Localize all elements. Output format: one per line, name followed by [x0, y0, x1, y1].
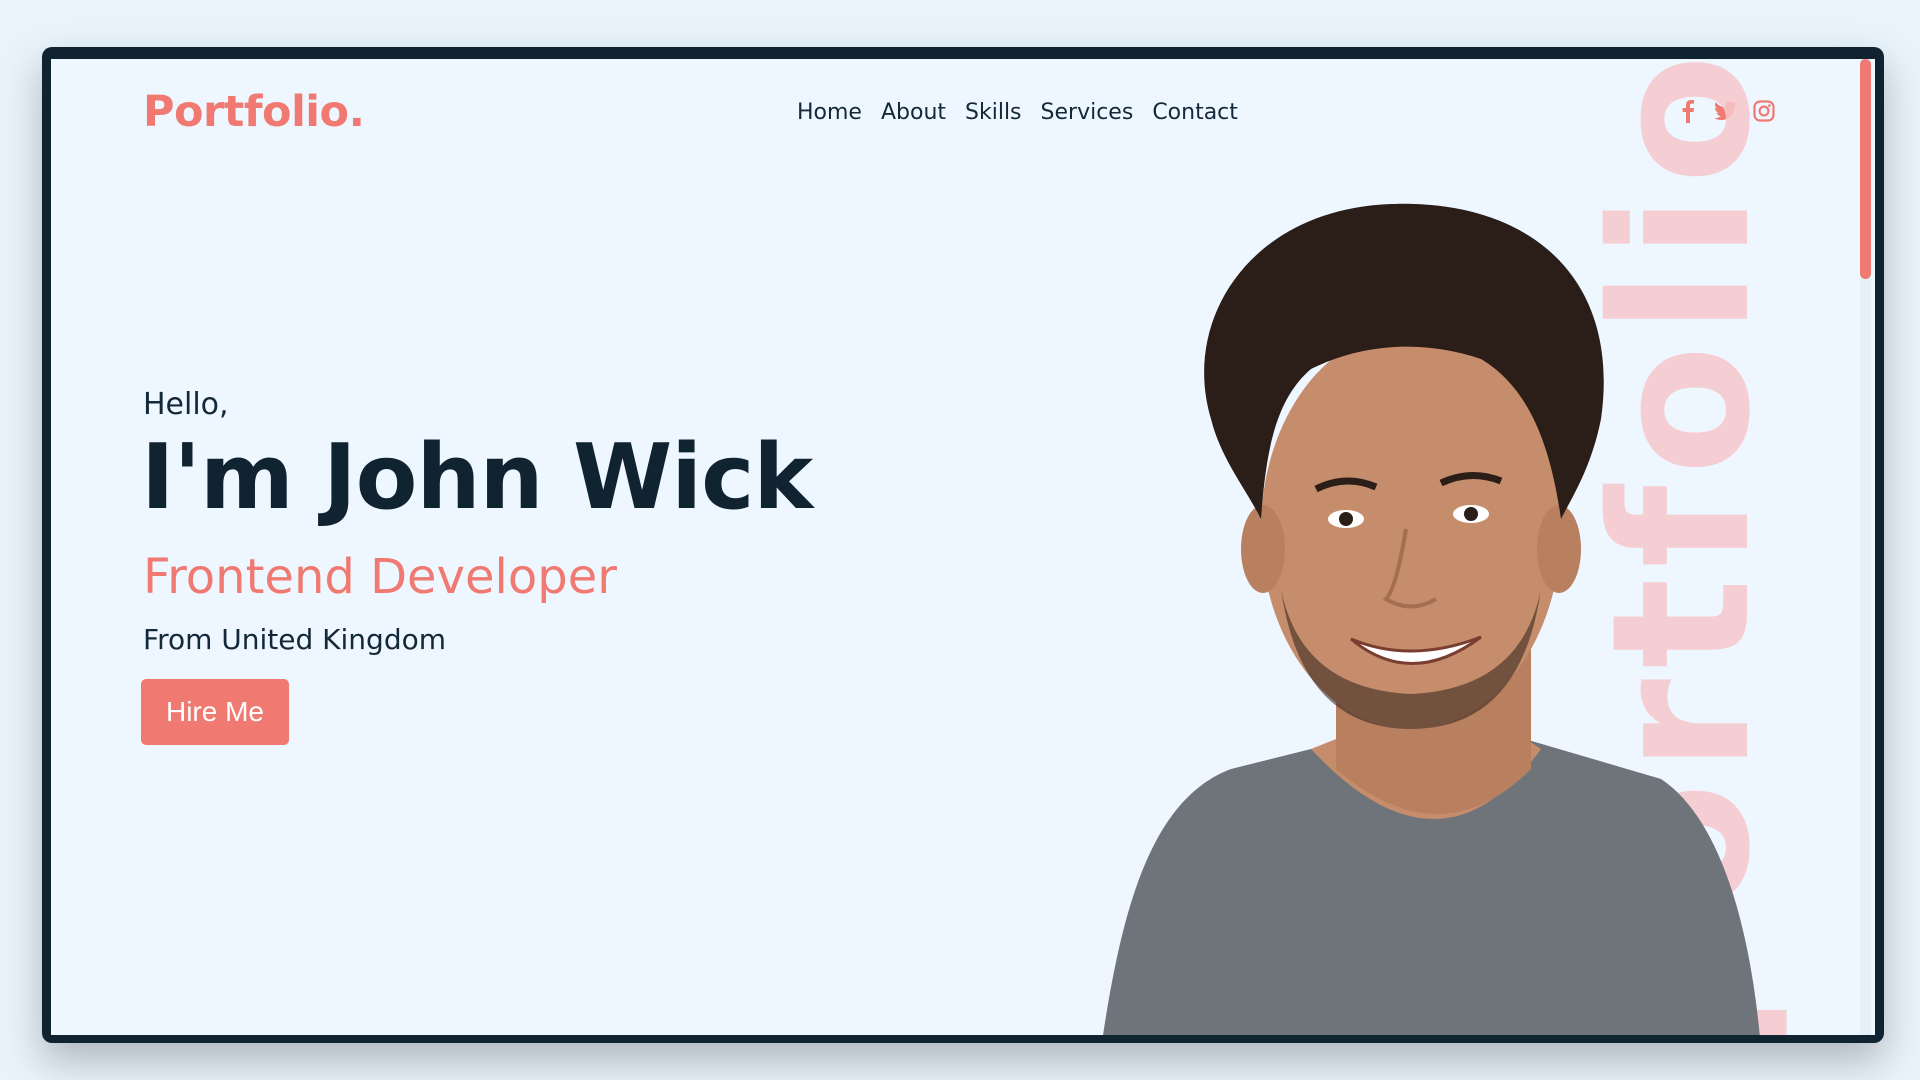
hire-me-button[interactable]: Hire Me — [141, 679, 289, 745]
nav-about[interactable]: About — [881, 100, 946, 125]
nav-services[interactable]: Services — [1041, 100, 1134, 125]
hero-greeting: Hello, — [143, 387, 229, 422]
scrollbar-thumb[interactable] — [1860, 59, 1871, 279]
nav-contact[interactable]: Contact — [1152, 100, 1238, 125]
browser-frame: Portfolio. Home About Skills Services Co… — [42, 47, 1884, 1043]
page-scrollbar[interactable] — [1860, 59, 1871, 1035]
main-nav: Home About Skills Services Contact — [797, 100, 1238, 125]
profile-photo — [1103, 203, 1760, 1035]
portfolio-page: Portfolio. Home About Skills Services Co… — [51, 59, 1875, 1035]
hero-location: From United Kingdom — [143, 623, 447, 656]
nav-skills[interactable]: Skills — [965, 100, 1022, 125]
hero-role: Frontend Developer — [143, 549, 617, 605]
nav-home[interactable]: Home — [797, 100, 862, 125]
hero-name: I'm John Wick — [141, 425, 813, 530]
site-logo[interactable]: Portfolio. — [143, 87, 365, 137]
